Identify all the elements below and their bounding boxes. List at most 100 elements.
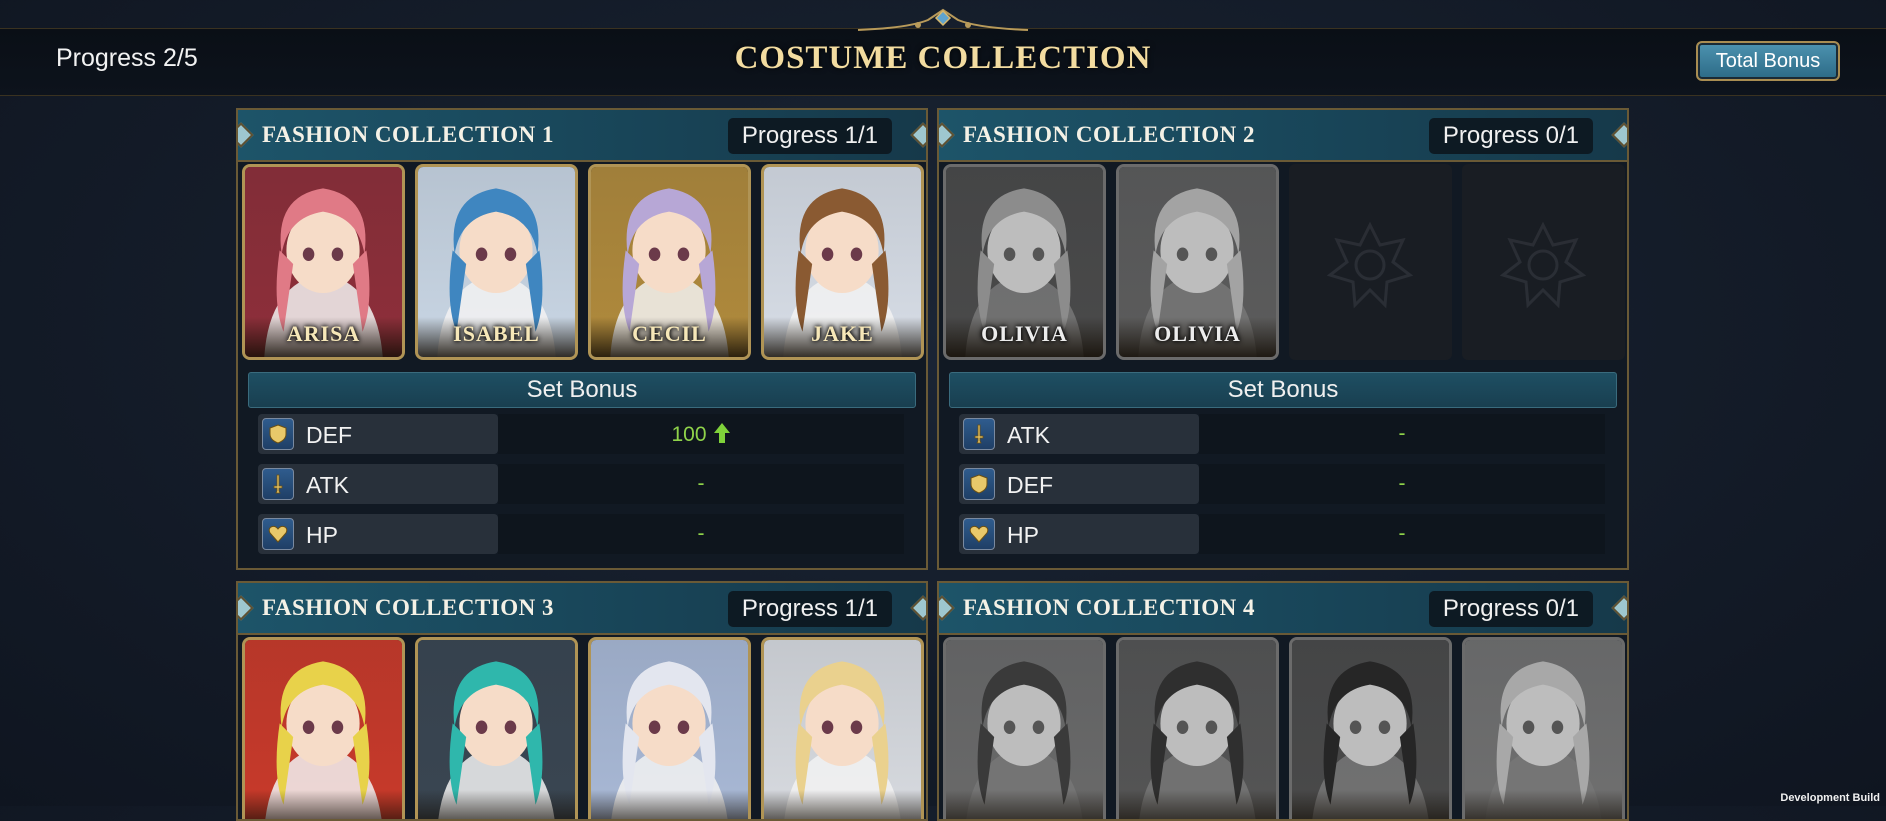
costume-cards (943, 637, 1625, 819)
panel-progress: Progress 1/1 (727, 118, 892, 154)
stat-label-box: DEF (258, 414, 498, 454)
stat-value-box: 100 (498, 414, 904, 454)
stat-label: ATK (1007, 422, 1051, 448)
stat-row: HP - (258, 514, 904, 554)
gem-ornament-icon (238, 595, 254, 621)
panel-title: FASHION COLLECTION 1 (262, 122, 555, 147)
stat-value-box: - (498, 464, 904, 504)
gem-ornament-icon (1611, 122, 1627, 148)
character-name: ARISA (286, 321, 361, 346)
heart-icon (262, 518, 294, 550)
collection-panel: FASHION COLLECTION 2 Progress 0/1 OLIVIA (937, 108, 1629, 570)
crown-ornament-icon (857, 8, 1029, 31)
stat-row: DEF 100 (258, 414, 904, 454)
costume-card[interactable] (242, 637, 405, 819)
panel-progress: Progress 1/1 (727, 591, 892, 627)
empty-card-slot (1289, 164, 1452, 360)
stat-label-box: ATK (959, 414, 1199, 454)
gem-ornament-icon (1611, 595, 1627, 621)
panel-header: FASHION COLLECTION 1 Progress 1/1 (238, 110, 926, 162)
page-title: COSTUME COLLECTION (734, 40, 1152, 76)
collection-panel: FASHION COLLECTION 3 Progress 1/1 (236, 581, 928, 821)
costume-card[interactable]: ARISA (242, 164, 405, 360)
stat-value: - (498, 472, 904, 496)
heart-icon (963, 518, 995, 550)
stat-value-text: - (1398, 472, 1406, 495)
costume-card[interactable] (415, 637, 578, 819)
costume-card[interactable] (1462, 637, 1625, 819)
panel-title: FASHION COLLECTION 2 (963, 122, 1256, 147)
stat-value-text: - (1398, 422, 1406, 445)
costume-card[interactable]: CECIL (588, 164, 751, 360)
gem-ornament-icon (939, 122, 955, 148)
panel-progress: Progress 0/1 (1428, 118, 1593, 154)
stat-label: DEF (1007, 472, 1053, 498)
stat-label-box: DEF (959, 464, 1199, 504)
panel-header: FASHION COLLECTION 4 Progress 0/1 (939, 583, 1627, 635)
stat-value-box: - (1199, 464, 1605, 504)
collection-panel: FASHION COLLECTION 4 Progress 0/1 (937, 581, 1629, 821)
stat-value-text: - (1398, 522, 1406, 545)
costume-card[interactable]: ISABEL (415, 164, 578, 360)
panel-header: FASHION COLLECTION 3 Progress 1/1 (238, 583, 926, 635)
stat-row: ATK - (959, 414, 1605, 454)
character-name: JAKE (811, 321, 874, 346)
total-bonus-button[interactable]: Total Bonus (1696, 41, 1840, 81)
stat-value-text: - (697, 522, 705, 545)
costume-card[interactable] (1289, 637, 1452, 819)
costume-card[interactable]: OLIVIA (943, 164, 1106, 360)
locked-emblem-icon (1326, 221, 1414, 309)
gem-ornament-icon (939, 595, 955, 621)
character-name: ISABEL (453, 321, 540, 346)
empty-card-slot (1462, 164, 1625, 360)
stat-label-box: HP (258, 514, 498, 554)
stat-label: ATK (306, 472, 350, 498)
gem-ornament-icon (910, 595, 926, 621)
costume-card[interactable] (943, 637, 1106, 819)
shield-icon (262, 418, 294, 450)
panel-header: FASHION COLLECTION 2 Progress 0/1 (939, 110, 1627, 162)
stat-value-text: 100 (671, 423, 707, 446)
set-bonus-header: Set Bonus (248, 372, 916, 408)
costume-card[interactable] (1116, 637, 1279, 819)
stat-value: - (1199, 522, 1605, 546)
character-name: OLIVIA (981, 321, 1068, 346)
costume-card[interactable] (761, 637, 924, 819)
costume-card[interactable]: OLIVIA (1116, 164, 1279, 360)
character-name: CECIL (632, 321, 707, 346)
stat-value-text: - (697, 472, 705, 495)
stat-value: - (1199, 472, 1605, 496)
stat-label-box: ATK (258, 464, 498, 504)
costume-card[interactable]: JAKE (761, 164, 924, 360)
stat-value-box: - (1199, 514, 1605, 554)
stat-row: DEF - (959, 464, 1605, 504)
stat-label: HP (1007, 522, 1039, 548)
stat-value: - (1199, 422, 1605, 446)
stat-value-box: - (1199, 414, 1605, 454)
costume-cards: ARISA ISABEL CECIL JAKE (242, 164, 924, 364)
panel-progress: Progress 0/1 (1428, 591, 1593, 627)
stat-row: HP - (959, 514, 1605, 554)
costume-cards (242, 637, 924, 819)
stat-label: DEF (306, 422, 352, 448)
stat-label-box: HP (959, 514, 1199, 554)
panel-title: FASHION COLLECTION 4 (963, 595, 1256, 620)
collection-panel: FASHION COLLECTION 1 Progress 1/1 ARISA (236, 108, 928, 570)
panel-title: FASHION COLLECTION 3 (262, 595, 555, 620)
up-arrow-icon (713, 423, 730, 443)
character-name: OLIVIA (1154, 321, 1241, 346)
stat-value: 100 (498, 422, 904, 447)
stat-row: ATK - (258, 464, 904, 504)
costume-card[interactable] (588, 637, 751, 819)
gem-ornament-icon (238, 122, 254, 148)
gem-ornament-icon (910, 122, 926, 148)
set-bonus-header: Set Bonus (949, 372, 1617, 408)
locked-emblem-icon (1499, 221, 1587, 309)
stat-value-box: - (498, 514, 904, 554)
stat-label: HP (306, 522, 338, 548)
shield-icon (963, 468, 995, 500)
stat-value: - (498, 522, 904, 546)
sword-icon (963, 418, 995, 450)
dev-build-label: Development Build (1780, 792, 1880, 804)
costume-cards: OLIVIA OLIVIA (943, 164, 1625, 364)
